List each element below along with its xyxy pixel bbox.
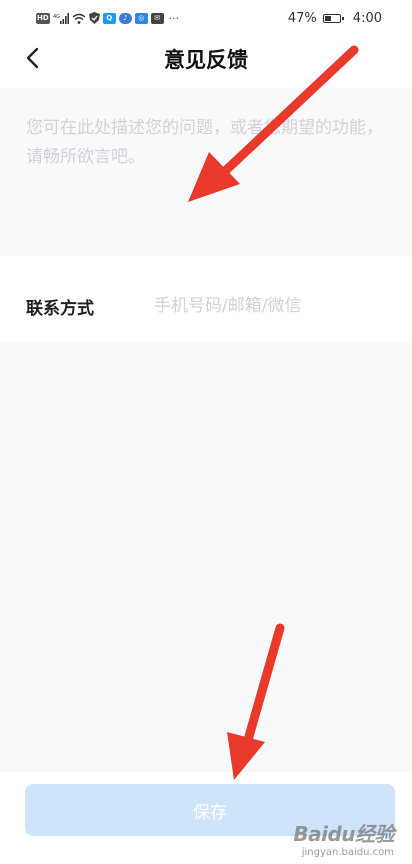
status-bar: HD 4G Q ♪ ◎ ✉ ··· 47% 4:00	[0, 0, 412, 36]
section-divider	[0, 256, 412, 268]
battery-icon	[322, 13, 344, 23]
feedback-section	[0, 88, 412, 256]
battery-percent: 47%	[287, 10, 317, 26]
page-title: 意见反馈	[164, 48, 248, 72]
watermark-url: jingyan.baidu.com	[301, 847, 394, 858]
feedback-textarea[interactable]	[26, 114, 386, 244]
music-app-icon: ♪	[118, 12, 132, 24]
bulb-app-icon: ◎	[134, 12, 148, 24]
contact-row: 联系方式	[0, 270, 412, 342]
battery-fill	[324, 15, 331, 21]
wifi-icon	[72, 13, 86, 24]
status-right: 47% 4:00	[288, 11, 382, 26]
status-left-icons: HD 4G Q ♪ ◎ ✉ ···	[36, 12, 179, 25]
watermark-logo: Baidu经验	[293, 822, 394, 846]
status-time: 4:00	[352, 10, 382, 26]
contact-label: 联系方式	[26, 298, 94, 319]
nav-bar: 意见反馈	[0, 36, 412, 80]
baidu-watermark: Baidu经验 jingyan.baidu.com	[293, 818, 394, 858]
content-blank-area	[0, 342, 412, 772]
hd-icon: HD	[36, 12, 50, 24]
mail-app-icon: ✉	[150, 12, 164, 24]
signal-4g-icon: 4G	[53, 12, 69, 24]
search-app-icon: Q	[102, 12, 116, 24]
more-dots-icon: ···	[168, 11, 180, 25]
svg-text:4G: 4G	[53, 14, 60, 20]
contact-input[interactable]	[154, 296, 392, 316]
shield-icon	[88, 12, 100, 24]
